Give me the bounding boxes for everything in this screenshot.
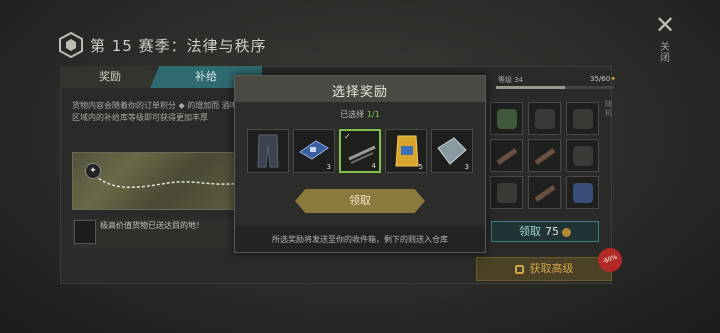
claim-count-button[interactable]: 领取 75 [491,221,599,242]
checkmark-icon: ✓ [344,132,351,141]
reward-option-snack[interactable]: 5 [385,129,427,173]
truck-marker-icon: ✦ [85,163,101,179]
armor-icon [573,146,593,166]
metal-plate-icon [437,137,467,165]
reward-cell-crate[interactable] [566,176,599,209]
modal-footer-text: 所选奖励将发送至你的收件箱，剩下的则送入仓库 [272,235,448,244]
selection-status: 已选择 1/1 [340,110,380,119]
modal-title: 选择奖励 [331,85,388,100]
close-label: 关闭 [660,42,670,64]
backpack-icon [497,109,517,129]
get-premium-button[interactable]: 获取高级 [476,257,612,281]
reward-option-pipes[interactable]: ✓ 4 [339,129,381,173]
delivery-tip-text: 极高价值货物已送达目的地！ [100,221,204,230]
route-path [94,174,239,188]
smg-icon [534,185,556,202]
delivery-tip: 极高价值货物已送达目的地！ [72,218,240,248]
claim-count-value: 75 [545,225,559,238]
reward-cell-smg[interactable] [528,176,561,209]
circuit-board-icon [299,140,329,160]
premium-label: 获取高级 [529,262,574,275]
reward-option-metal-plate[interactable]: 3 [431,129,473,173]
reward-cell-backpack[interactable] [490,102,523,135]
shotgun-icon [534,148,556,165]
supply-route-map: ✦ [72,152,240,210]
reward-options: 3 ✓ 4 5 3 [247,129,475,175]
crate-icon [573,183,593,203]
coin-icon [562,227,571,237]
pants-icon [257,134,279,168]
level-progress: 35/60✦ [590,75,617,83]
claim-button[interactable]: 领取 [295,189,425,213]
season-badge-icon [59,32,83,58]
level-progress-bar [496,86,614,89]
reward-option-circuit[interactable]: 3 [293,129,335,173]
reward-cell-vest[interactable] [528,102,561,135]
reward-cell-rifle[interactable] [490,139,523,172]
level-progress-fill [496,86,565,89]
select-reward-modal: 选择奖励 已选择 1/1 3 ✓ 4 5 3 领取 所选奖励将发送至你的收件箱，… [234,75,486,253]
reward-cell-shotgun[interactable] [528,139,561,172]
level-label: 等级 34 [498,76,524,84]
tab-rewards[interactable]: 奖励 [60,66,160,88]
vest-icon [535,109,555,129]
side-label: 随机 [605,100,612,117]
rifle-icon [496,148,518,165]
vest-icon [573,109,593,129]
reward-cell-backpack-2[interactable] [490,176,523,209]
reward-cell-vest-2[interactable] [566,102,599,135]
modal-footer: 所选奖励将发送至你的收件箱，剩下的则送入仓库 [235,226,485,252]
reward-cell-armor[interactable] [566,139,599,172]
star-icon: ✦ [610,75,617,83]
lock-icon [514,264,524,274]
season-title: 第 15 赛季：法律与秩序 [90,37,267,55]
close-button[interactable]: ✕ [652,12,678,38]
armor-icon [74,220,96,244]
reward-option-pants[interactable] [247,129,289,173]
snack-bag-icon [395,135,419,167]
supply-description: 货物内容会随着你的订单积分 ◆ 的增加而 酒吧区域内的补给库等级即可获得更加丰厚 [72,101,238,122]
backpack-icon [497,183,517,203]
claim-label: 领取 [519,225,541,238]
